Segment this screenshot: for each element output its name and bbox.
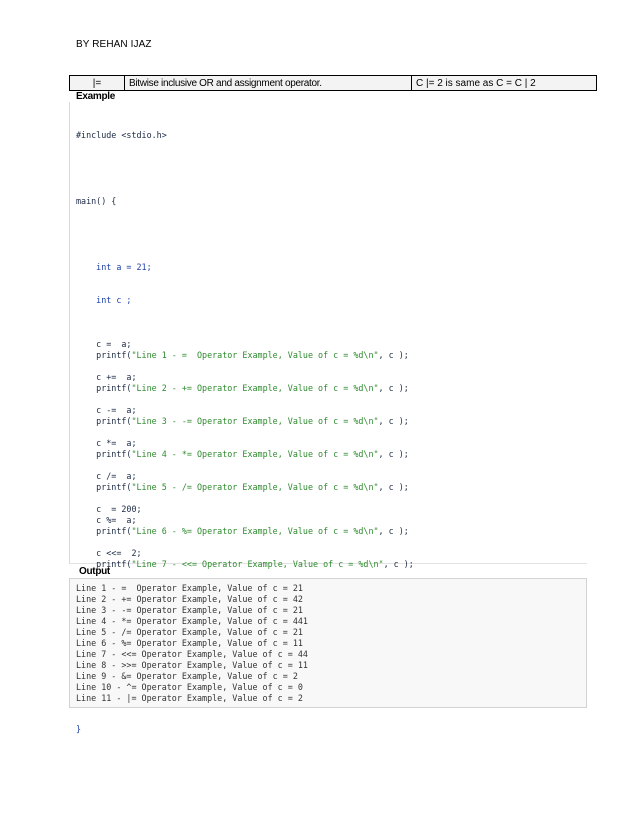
- printf-statement: printf("Line 2 - += Operator Example, Va…: [96, 383, 409, 393]
- code-line: }: [76, 724, 82, 734]
- declaration-a: int a = 21;: [96, 262, 152, 272]
- output-line: Line 5 - /= Operator Example, Value of c…: [76, 627, 303, 637]
- output-block: Line 1 - = Operator Example, Value of c …: [69, 578, 587, 708]
- code-block: #include <stdio.h> main() { int a = 21; …: [69, 102, 587, 734]
- output-listing: Line 1 - = Operator Example, Value of c …: [76, 583, 308, 704]
- description-cell: Bitwise inclusive OR and assignment oper…: [124, 75, 412, 91]
- code-line: printf("Line 2 - += Operator Example, Va…: [76, 383, 414, 394]
- code-line: printf("Line 1 - = Operator Example, Val…: [76, 350, 414, 361]
- output-line: Line 10 - ^= Operator Example, Value of …: [76, 682, 303, 692]
- example-cell: C |= 2 is same as C = C | 2: [411, 75, 597, 91]
- assignment-statement: c -= a;: [96, 405, 137, 415]
- output-line: Line 6 - %= Operator Example, Value of c…: [76, 638, 303, 648]
- printf-statement: printf("Line 6 - %= Operator Example, Va…: [96, 526, 409, 536]
- code-line: c *= a;: [76, 438, 414, 449]
- printf-statement: printf("Line 4 - *= Operator Example, Va…: [96, 449, 409, 459]
- code-line: #include <stdio.h>: [76, 130, 167, 140]
- printf-statement: printf("Line 1 - = Operator Example, Val…: [96, 350, 409, 360]
- code-line: int c ;: [76, 295, 414, 306]
- code-line: int a = 21;: [76, 262, 414, 273]
- code-line: printf("Line 7 - <<= Operator Example, V…: [76, 559, 414, 570]
- code-line: printf("Line 3 - -= Operator Example, Va…: [76, 416, 414, 427]
- output-line: Line 9 - &= Operator Example, Value of c…: [76, 671, 298, 681]
- output-line: Line 2 - += Operator Example, Value of c…: [76, 594, 303, 604]
- code-line: c %= a;: [76, 515, 414, 526]
- output-heading: Output: [79, 566, 110, 577]
- code-line: printf("Line 6 - %= Operator Example, Va…: [76, 526, 414, 537]
- assignment-statement: c <<= 2;: [96, 548, 142, 558]
- output-line: Line 8 - >>= Operator Example, Value of …: [76, 660, 308, 670]
- code-line: printf("Line 5 - /= Operator Example, Va…: [76, 482, 414, 493]
- output-line: Line 7 - <<= Operator Example, Value of …: [76, 649, 308, 659]
- author-header: BY REHAN IJAZ: [76, 39, 152, 50]
- declaration-c: int c ;: [96, 295, 132, 305]
- assignment-statement: c *= a;: [96, 438, 137, 448]
- operator-cell: |=: [69, 75, 125, 91]
- code-line: main() {: [76, 196, 117, 206]
- assignment-statement: c = 200;: [96, 504, 142, 514]
- code-line: c /= a;: [76, 471, 414, 482]
- output-line: Line 4 - *= Operator Example, Value of c…: [76, 616, 308, 626]
- printf-statement: printf("Line 5 - /= Operator Example, Va…: [96, 482, 409, 492]
- code-line: c += a;: [76, 372, 414, 383]
- printf-statement: printf("Line 7 - <<= Operator Example, V…: [96, 559, 414, 569]
- output-line: Line 3 - -= Operator Example, Value of c…: [76, 605, 303, 615]
- code-line: c -= a;: [76, 405, 414, 416]
- code-line: c = 200;: [76, 504, 414, 515]
- code-line: c <<= 2;: [76, 548, 414, 559]
- assignment-statement: c /= a;: [96, 471, 137, 481]
- assignment-statement: c %= a;: [96, 515, 137, 525]
- output-line: Line 1 - = Operator Example, Value of c …: [76, 583, 303, 593]
- table-row: |= Bitwise inclusive OR and assignment o…: [69, 75, 597, 91]
- assignment-statement: c += a;: [96, 372, 137, 382]
- printf-statement: printf("Line 3 - -= Operator Example, Va…: [96, 416, 409, 426]
- code-line: printf("Line 4 - *= Operator Example, Va…: [76, 449, 414, 460]
- operator-table: |= Bitwise inclusive OR and assignment o…: [69, 75, 597, 91]
- assignment-statement: c = a;: [96, 339, 132, 349]
- code-line: c = a;: [76, 339, 414, 350]
- example-heading: Example: [76, 91, 116, 102]
- output-line: Line 11 - |= Operator Example, Value of …: [76, 693, 303, 703]
